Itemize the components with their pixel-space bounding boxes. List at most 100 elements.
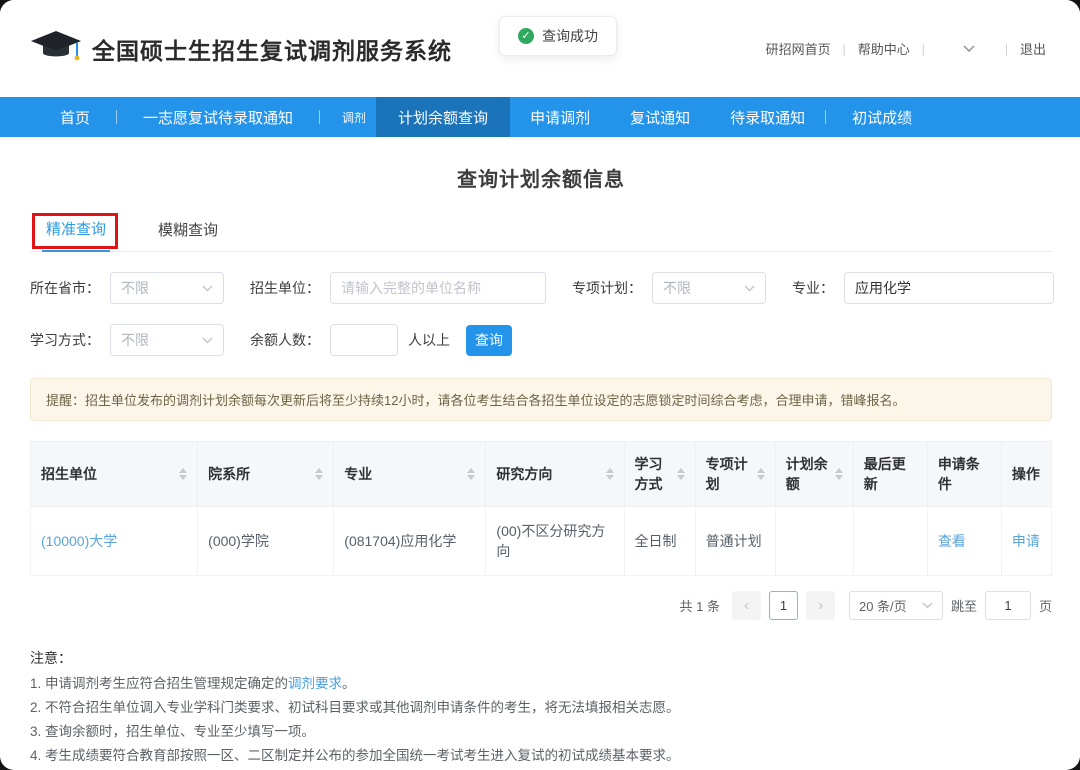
cell-balance: [775, 507, 853, 576]
divider: |: [843, 42, 846, 56]
note-1-suffix: 。: [342, 676, 356, 691]
field-study-mode: 学习方式： 不限: [30, 324, 224, 356]
notes-title: 注意：: [30, 646, 1052, 670]
col-dept[interactable]: 院系所: [198, 442, 334, 507]
notice-bar: 提醒：招生单位发布的调剂计划余额每次更新后将至少持续12小时，请各位考生结合各招…: [30, 378, 1052, 421]
col-direction[interactable]: 研究方向: [486, 442, 624, 507]
nav-item-apply-adjust[interactable]: 申请调剂: [510, 97, 610, 137]
note-line-2: 2. 不符合招生单位调入专业学科门类要求、初试科目要求或其他调剂申请条件的考生，…: [30, 696, 1052, 720]
next-page-button[interactable]: ›: [806, 591, 835, 620]
col-label: 专项计划: [706, 454, 751, 494]
tab-fuzzy-query[interactable]: 模糊查询: [154, 208, 222, 251]
prev-page-button[interactable]: ‹: [732, 591, 761, 620]
col-updated: 最后更新: [853, 442, 927, 507]
page-size-select[interactable]: 20 条/页: [849, 591, 943, 620]
note-1-text: 1. 申请调剂考生应符合招生管理规定确定的: [30, 676, 288, 691]
nav-item-home[interactable]: 首页: [34, 97, 116, 137]
sort-icon[interactable]: [677, 468, 685, 480]
adjust-requirements-link[interactable]: 调剂要求: [288, 676, 342, 691]
field-special-plan: 专项计划： 不限: [572, 272, 766, 304]
study-mode-select-value: 不限: [121, 330, 202, 350]
balance-count-suffix: 人以上: [408, 330, 450, 350]
col-balance[interactable]: 计划余额: [775, 442, 853, 507]
field-unit: 招生单位：: [250, 272, 546, 304]
sort-icon[interactable]: [757, 468, 765, 480]
col-unit[interactable]: 招生单位: [31, 442, 198, 507]
main-content: 查询计划余额信息 精准查询 模糊查询 所在省市： 不限 招生单位： 专项计划：: [0, 163, 1080, 770]
sort-icon[interactable]: [606, 468, 614, 480]
app-title: 全国硕士生招生复试调剂服务系统: [92, 32, 452, 66]
search-button[interactable]: 查询: [466, 325, 512, 356]
nav-item-retest-notice[interactable]: 复试通知: [610, 97, 710, 137]
nav-item-first-choice-notice[interactable]: 一志愿复试待录取通知: [117, 97, 319, 137]
balance-count-input[interactable]: [330, 324, 398, 356]
col-mode[interactable]: 学习方式: [624, 442, 695, 507]
balance-count-label: 余额人数：: [250, 330, 320, 350]
table-row: (10000)大学 (000)学院 (081704)应用化学 (00)不区分研究…: [31, 507, 1052, 576]
header: 全国硕士生招生复试调剂服务系统 ✓ 查询成功 研招网首页 | 帮助中心 | | …: [0, 0, 1080, 97]
search-form-row-2: 学习方式： 不限 余额人数： 人以上 查询: [30, 324, 1052, 356]
jump-page-input[interactable]: [985, 591, 1031, 620]
col-label: 计划余额: [786, 454, 829, 494]
sort-icon[interactable]: [835, 468, 843, 480]
graduation-cap-icon: [30, 30, 82, 68]
sort-icon[interactable]: [467, 468, 475, 480]
col-label: 学习方式: [635, 454, 671, 494]
sort-icon[interactable]: [179, 468, 187, 480]
jump-suffix: 页: [1039, 596, 1052, 615]
chevron-down-icon: [922, 602, 933, 609]
cell-major: (081704)应用化学: [334, 507, 486, 576]
major-label: 专业：: [792, 278, 834, 298]
major-input[interactable]: [844, 272, 1054, 304]
note-line-3: 3. 查询余额时，招生单位、专业至少填写一项。: [30, 720, 1052, 744]
province-select[interactable]: 不限: [110, 272, 224, 304]
chevron-down-icon: [744, 285, 755, 292]
special-plan-label: 专项计划：: [572, 278, 642, 298]
unit-input[interactable]: [330, 272, 546, 304]
cell-direction: (00)不区分研究方向: [486, 507, 624, 576]
cell-updated: [853, 507, 927, 576]
page-title: 查询计划余额信息: [30, 163, 1052, 192]
table-header-row: 招生单位 院系所 专业 研究方向 学习方式 专项计划 计划余额 最后更新 申请条…: [31, 442, 1052, 507]
province-label: 所在省市：: [30, 278, 100, 298]
page-size-value: 20 条/页: [859, 596, 922, 615]
link-logout[interactable]: 退出: [1016, 39, 1050, 58]
nav-item-plan-balance-active[interactable]: 计划余额查询: [376, 97, 510, 137]
chevron-down-icon: [202, 337, 213, 344]
search-form-row-1: 所在省市： 不限 招生单位： 专项计划： 不限 专业：: [30, 272, 1052, 304]
cell-unit-link[interactable]: (10000)大学: [31, 507, 198, 576]
pagination-total: 共 1 条: [680, 596, 720, 615]
col-label: 招生单位: [41, 464, 97, 484]
col-label: 院系所: [208, 464, 250, 484]
study-mode-select[interactable]: 不限: [110, 324, 224, 356]
sort-icon[interactable]: [315, 468, 323, 480]
nav-item-admission-notice[interactable]: 待录取通知: [710, 97, 825, 137]
nav-item-initial-score[interactable]: 初试成绩: [826, 97, 938, 137]
province-select-value: 不限: [121, 278, 202, 298]
col-plan[interactable]: 专项计划: [695, 442, 775, 507]
view-condition-link[interactable]: 查看: [927, 507, 1001, 576]
col-major[interactable]: 专业: [334, 442, 486, 507]
current-page-button[interactable]: 1: [769, 591, 798, 620]
tab-precise-query[interactable]: 精准查询: [42, 207, 110, 252]
link-help-center[interactable]: 帮助中心: [854, 39, 914, 58]
special-plan-select[interactable]: 不限: [652, 272, 766, 304]
notes-section: 注意： 1. 申请调剂考生应符合招生管理规定确定的调剂要求。 2. 不符合招生单…: [30, 646, 1052, 770]
note-line-1: 1. 申请调剂考生应符合招生管理规定确定的调剂要求。: [30, 672, 1052, 696]
chevron-down-icon: [963, 45, 975, 52]
nav-group-label: 调剂: [320, 97, 376, 137]
apply-link[interactable]: 申请: [1001, 507, 1051, 576]
query-tabs: 精准查询 模糊查询: [30, 208, 1052, 252]
link-site-home[interactable]: 研招网首页: [762, 39, 835, 58]
user-menu-chevron[interactable]: [933, 45, 997, 52]
col-action: 操作: [1001, 442, 1051, 507]
results-table: 招生单位 院系所 专业 研究方向 学习方式 专项计划 计划余额 最后更新 申请条…: [30, 441, 1052, 576]
special-plan-select-value: 不限: [663, 278, 744, 298]
field-balance-count: 余额人数： 人以上: [250, 324, 450, 356]
check-circle-icon: ✓: [518, 28, 534, 44]
pagination: 共 1 条 ‹ 1 › 20 条/页 跳至 页: [30, 591, 1052, 620]
col-label: 申请条件: [938, 454, 991, 494]
col-label: 研究方向: [496, 464, 552, 484]
jump-label: 跳至: [951, 596, 977, 615]
divider: |: [1005, 42, 1008, 56]
